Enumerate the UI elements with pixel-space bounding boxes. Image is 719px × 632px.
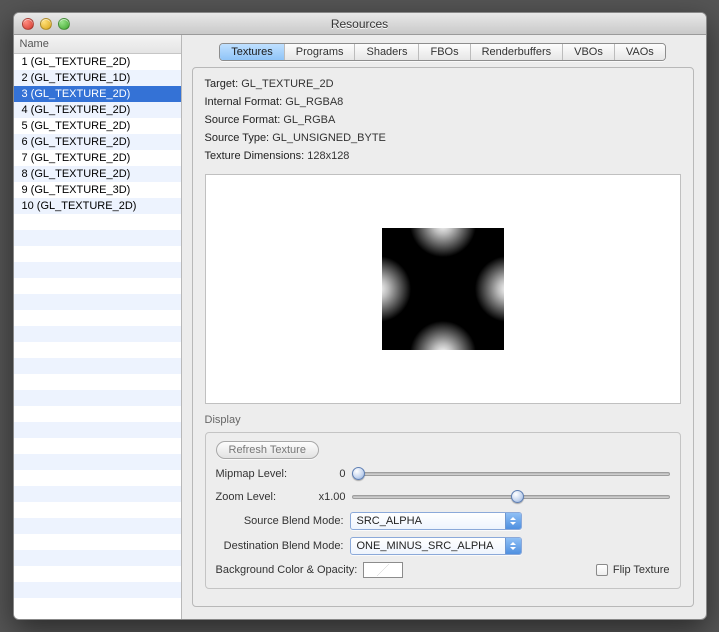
list-item <box>14 374 181 390</box>
internal-format-label: Internal Format: <box>205 96 283 108</box>
zoom-level-label: Zoom Level: <box>216 491 306 503</box>
window-title: Resources <box>14 17 706 31</box>
titlebar: Resources <box>14 13 706 35</box>
texture-image <box>382 228 504 350</box>
tabs: TexturesProgramsShadersFBOsRenderbuffers… <box>219 43 666 61</box>
chevron-updown-icon <box>505 513 521 529</box>
flip-texture-checkbox[interactable]: Flip Texture <box>596 564 670 576</box>
dimensions-value: 128x128 <box>307 150 349 162</box>
list-item[interactable]: 6 (GL_TEXTURE_2D) <box>14 134 181 150</box>
mipmap-level-slider[interactable] <box>352 466 670 482</box>
list-item <box>14 598 181 614</box>
checkbox-box-icon <box>596 564 608 576</box>
list-item <box>14 438 181 454</box>
list-item <box>14 230 181 246</box>
list-item <box>14 246 181 262</box>
tab-fbos[interactable]: FBOs <box>419 44 470 60</box>
minimize-icon[interactable] <box>40 18 52 30</box>
list-item <box>14 454 181 470</box>
zoom-level-value: x1.00 <box>312 491 346 503</box>
destination-blend-value: ONE_MINUS_SRC_ALPHA <box>357 540 494 552</box>
content-panel: Target: GL_TEXTURE_2D Internal Format: G… <box>192 67 694 607</box>
texture-metadata: Target: GL_TEXTURE_2D Internal Format: G… <box>205 78 681 168</box>
list-item[interactable]: 7 (GL_TEXTURE_2D) <box>14 150 181 166</box>
texture-preview <box>205 174 681 404</box>
tab-textures[interactable]: Textures <box>220 44 285 60</box>
list-item <box>14 262 181 278</box>
source-blend-select[interactable]: SRC_ALPHA <box>350 512 522 530</box>
list-item <box>14 390 181 406</box>
internal-format-value: GL_RGBA8 <box>285 96 343 108</box>
list-item[interactable]: 8 (GL_TEXTURE_2D) <box>14 166 181 182</box>
target-label: Target: <box>205 78 239 90</box>
chevron-updown-icon <box>505 538 521 554</box>
display-group: Refresh Texture Mipmap Level: 0 Zoom Lev… <box>205 432 681 589</box>
list-item <box>14 278 181 294</box>
source-format-label: Source Format: <box>205 114 281 126</box>
source-type-label: Source Type: <box>205 132 270 144</box>
tab-renderbuffers[interactable]: Renderbuffers <box>471 44 564 60</box>
list-item <box>14 550 181 566</box>
zoom-level-slider[interactable] <box>352 489 670 505</box>
list-item[interactable]: 9 (GL_TEXTURE_3D) <box>14 182 181 198</box>
list-item[interactable]: 4 (GL_TEXTURE_2D) <box>14 102 181 118</box>
tab-vbos[interactable]: VBOs <box>563 44 615 60</box>
window-controls <box>22 18 70 30</box>
destination-blend-label: Destination Blend Mode: <box>216 540 344 552</box>
main-panel: TexturesProgramsShadersFBOsRenderbuffers… <box>182 35 706 619</box>
list-item <box>14 214 181 230</box>
target-value: GL_TEXTURE_2D <box>241 78 333 90</box>
window-body: Name 1 (GL_TEXTURE_2D)2 (GL_TEXTURE_1D)3… <box>14 35 706 619</box>
list-item <box>14 534 181 550</box>
list-item <box>14 294 181 310</box>
background-color-well[interactable] <box>363 562 403 578</box>
source-blend-value: SRC_ALPHA <box>357 515 422 527</box>
mipmap-level-label: Mipmap Level: <box>216 468 306 480</box>
tab-programs[interactable]: Programs <box>285 44 356 60</box>
list-item <box>14 422 181 438</box>
tab-shaders[interactable]: Shaders <box>355 44 419 60</box>
list-item[interactable]: 1 (GL_TEXTURE_2D) <box>14 54 181 70</box>
display-group-label: Display <box>205 414 681 426</box>
sidebar-header[interactable]: Name <box>14 35 181 54</box>
tab-bar: TexturesProgramsShadersFBOsRenderbuffers… <box>192 43 694 61</box>
list-item[interactable]: 2 (GL_TEXTURE_1D) <box>14 70 181 86</box>
list-item <box>14 518 181 534</box>
source-type-value: GL_UNSIGNED_BYTE <box>272 132 386 144</box>
mipmap-level-value: 0 <box>312 468 346 480</box>
list-item[interactable]: 10 (GL_TEXTURE_2D) <box>14 198 181 214</box>
source-format-value: GL_RGBA <box>283 114 335 126</box>
list-item <box>14 358 181 374</box>
background-color-label: Background Color & Opacity: <box>216 564 358 576</box>
destination-blend-select[interactable]: ONE_MINUS_SRC_ALPHA <box>350 537 522 555</box>
dimensions-label: Texture Dimensions: <box>205 150 305 162</box>
list-item <box>14 470 181 486</box>
tab-vaos[interactable]: VAOs <box>615 44 665 60</box>
list-item <box>14 486 181 502</box>
list-item <box>14 406 181 422</box>
list-item <box>14 502 181 518</box>
list-item <box>14 310 181 326</box>
list-item[interactable]: 3 (GL_TEXTURE_2D) <box>14 86 181 102</box>
list-item <box>14 566 181 582</box>
close-icon[interactable] <box>22 18 34 30</box>
source-blend-label: Source Blend Mode: <box>216 515 344 527</box>
list-item <box>14 326 181 342</box>
flip-texture-label: Flip Texture <box>613 564 670 576</box>
window: Resources Name 1 (GL_TEXTURE_2D)2 (GL_TE… <box>13 12 707 620</box>
sidebar-list: 1 (GL_TEXTURE_2D)2 (GL_TEXTURE_1D)3 (GL_… <box>14 54 181 619</box>
list-item[interactable]: 5 (GL_TEXTURE_2D) <box>14 118 181 134</box>
sidebar: Name 1 (GL_TEXTURE_2D)2 (GL_TEXTURE_1D)3… <box>14 35 182 619</box>
zoom-icon[interactable] <box>58 18 70 30</box>
refresh-texture-button[interactable]: Refresh Texture <box>216 441 319 459</box>
list-item <box>14 342 181 358</box>
list-item <box>14 582 181 598</box>
